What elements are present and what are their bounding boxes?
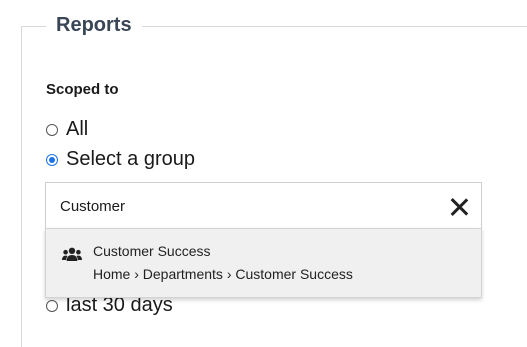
clear-icon[interactable] bbox=[449, 197, 469, 217]
radio-all[interactable] bbox=[46, 123, 58, 136]
radio-option-all[interactable]: All bbox=[46, 118, 88, 141]
radio-option-select-group[interactable]: Select a group bbox=[46, 148, 195, 171]
group-search-input[interactable] bbox=[60, 195, 440, 217]
scoped-to-label: Scoped to bbox=[46, 81, 119, 98]
users-icon bbox=[62, 247, 82, 261]
suggestion-title[interactable]: Customer Success bbox=[93, 243, 210, 259]
suggestion-breadcrumb: Home › Departments › Customer Success bbox=[93, 266, 353, 282]
group-search-box bbox=[45, 182, 482, 230]
radio-select-group[interactable] bbox=[46, 153, 58, 166]
group-suggestion-dropdown[interactable]: Customer Success Home › Departments › Cu… bbox=[45, 228, 482, 298]
radio-select-group-label[interactable]: Select a group bbox=[66, 148, 195, 171]
section-title: Reports bbox=[46, 14, 142, 37]
radio-all-label[interactable]: All bbox=[66, 118, 88, 141]
radio-last-30-days[interactable] bbox=[46, 299, 58, 312]
